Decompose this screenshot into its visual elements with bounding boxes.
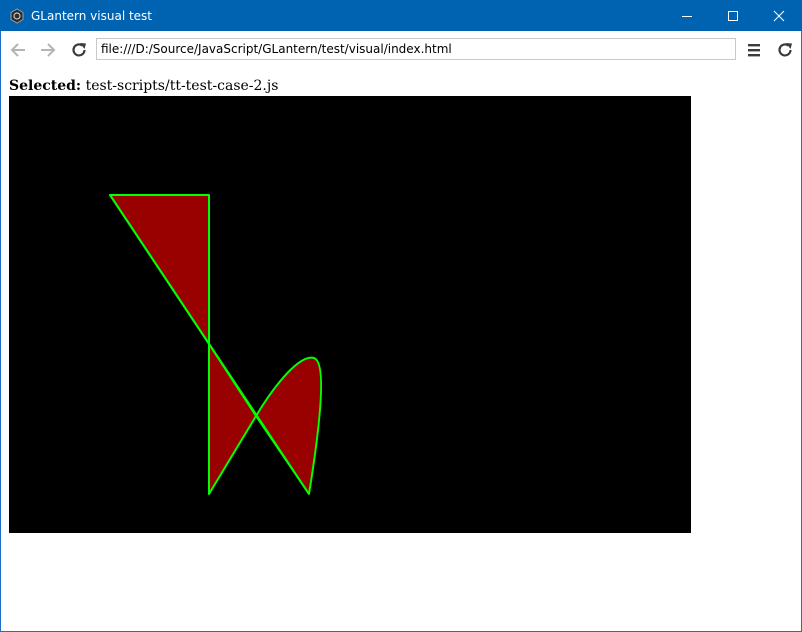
- window-controls: [664, 0, 802, 31]
- close-icon: [773, 10, 785, 21]
- refresh-icon: [72, 43, 86, 57]
- maximize-button[interactable]: [710, 0, 756, 31]
- browser-window: GLantern visual test file:///D:/Source/J…: [0, 0, 802, 632]
- browser-toolbar: [1, 31, 801, 69]
- app-icon: [9, 7, 25, 24]
- webgl-canvas[interactable]: [9, 96, 691, 533]
- menu-button[interactable]: [743, 39, 765, 61]
- hamburger-icon: [748, 44, 760, 57]
- canvas-drawing: [109, 194, 323, 495]
- selected-label: Selected:: [9, 78, 82, 94]
- refresh-icon: [778, 43, 792, 57]
- selected-line: Selected: test-scripts/tt-test-case-2.js: [9, 78, 278, 94]
- address-bar[interactable]: [96, 38, 736, 60]
- minimize-icon: [682, 15, 692, 17]
- arrow-left-icon: [10, 43, 25, 57]
- selected-script: test-scripts/tt-test-case-2.js: [85, 78, 279, 94]
- minimize-button[interactable]: [664, 0, 710, 31]
- arrow-right-icon: [41, 43, 56, 57]
- close-button[interactable]: [756, 0, 802, 31]
- page-content: Selected: test-scripts/tt-test-case-2.js: [1, 69, 801, 631]
- reload-right-button[interactable]: [774, 39, 796, 61]
- reload-button[interactable]: [68, 39, 90, 61]
- maximize-icon: [728, 10, 738, 21]
- lower-triangle-shape: [208, 343, 257, 495]
- forward-button[interactable]: [37, 39, 59, 61]
- title-bar: GLantern visual test: [0, 0, 802, 31]
- window-title: GLantern visual test: [31, 8, 153, 23]
- back-button[interactable]: [7, 39, 29, 61]
- curved-lobe-shape: [255, 356, 323, 495]
